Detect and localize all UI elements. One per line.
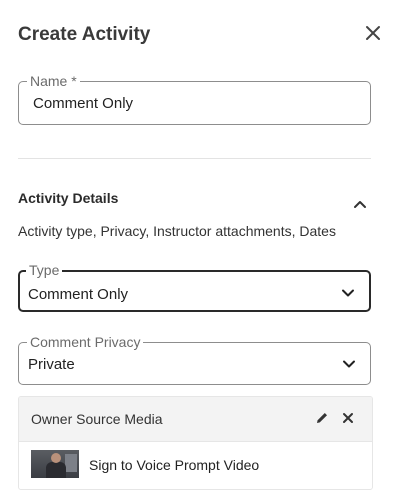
close-icon [343, 413, 353, 423]
activity-details-subtitle: Activity type, Privacy, Instructor attac… [18, 223, 336, 239]
media-card-title: Owner Source Media [31, 411, 163, 427]
close-icon [366, 26, 380, 40]
close-button[interactable] [362, 22, 384, 44]
comment-privacy-value: Private [28, 356, 75, 373]
video-thumbnail[interactable] [31, 450, 79, 478]
name-field[interactable]: Name * Comment Only [18, 73, 371, 125]
chevron-down-icon [342, 289, 354, 297]
type-select-label: Type [26, 262, 63, 278]
media-card-header: Owner Source Media [19, 397, 372, 442]
name-field-label: Name * [27, 73, 80, 89]
chevron-up-icon [354, 201, 366, 208]
type-select-value: Comment Only [28, 286, 129, 303]
divider [18, 158, 371, 159]
owner-source-media-card: Owner Source Media Sign to Voice Prompt … [18, 396, 373, 490]
create-activity-panel: Create Activity Name * Comment Only Acti… [0, 0, 394, 498]
media-item[interactable]: Sign to Voice Prompt Video [19, 442, 372, 489]
edit-media-button[interactable] [315, 411, 329, 425]
comment-privacy-select[interactable]: Comment Privacy Private [18, 334, 371, 385]
remove-media-button[interactable] [342, 411, 354, 423]
name-field-value[interactable]: Comment Only [33, 95, 133, 112]
type-select[interactable]: Type Comment Only [18, 262, 371, 312]
comment-privacy-label: Comment Privacy [27, 334, 144, 350]
activity-details-title: Activity Details [18, 190, 119, 206]
page-title: Create Activity [18, 24, 151, 45]
pencil-icon [317, 413, 327, 423]
media-item-label: Sign to Voice Prompt Video [89, 457, 260, 473]
chevron-down-icon [343, 360, 355, 368]
activity-details-toggle[interactable] [352, 196, 368, 212]
